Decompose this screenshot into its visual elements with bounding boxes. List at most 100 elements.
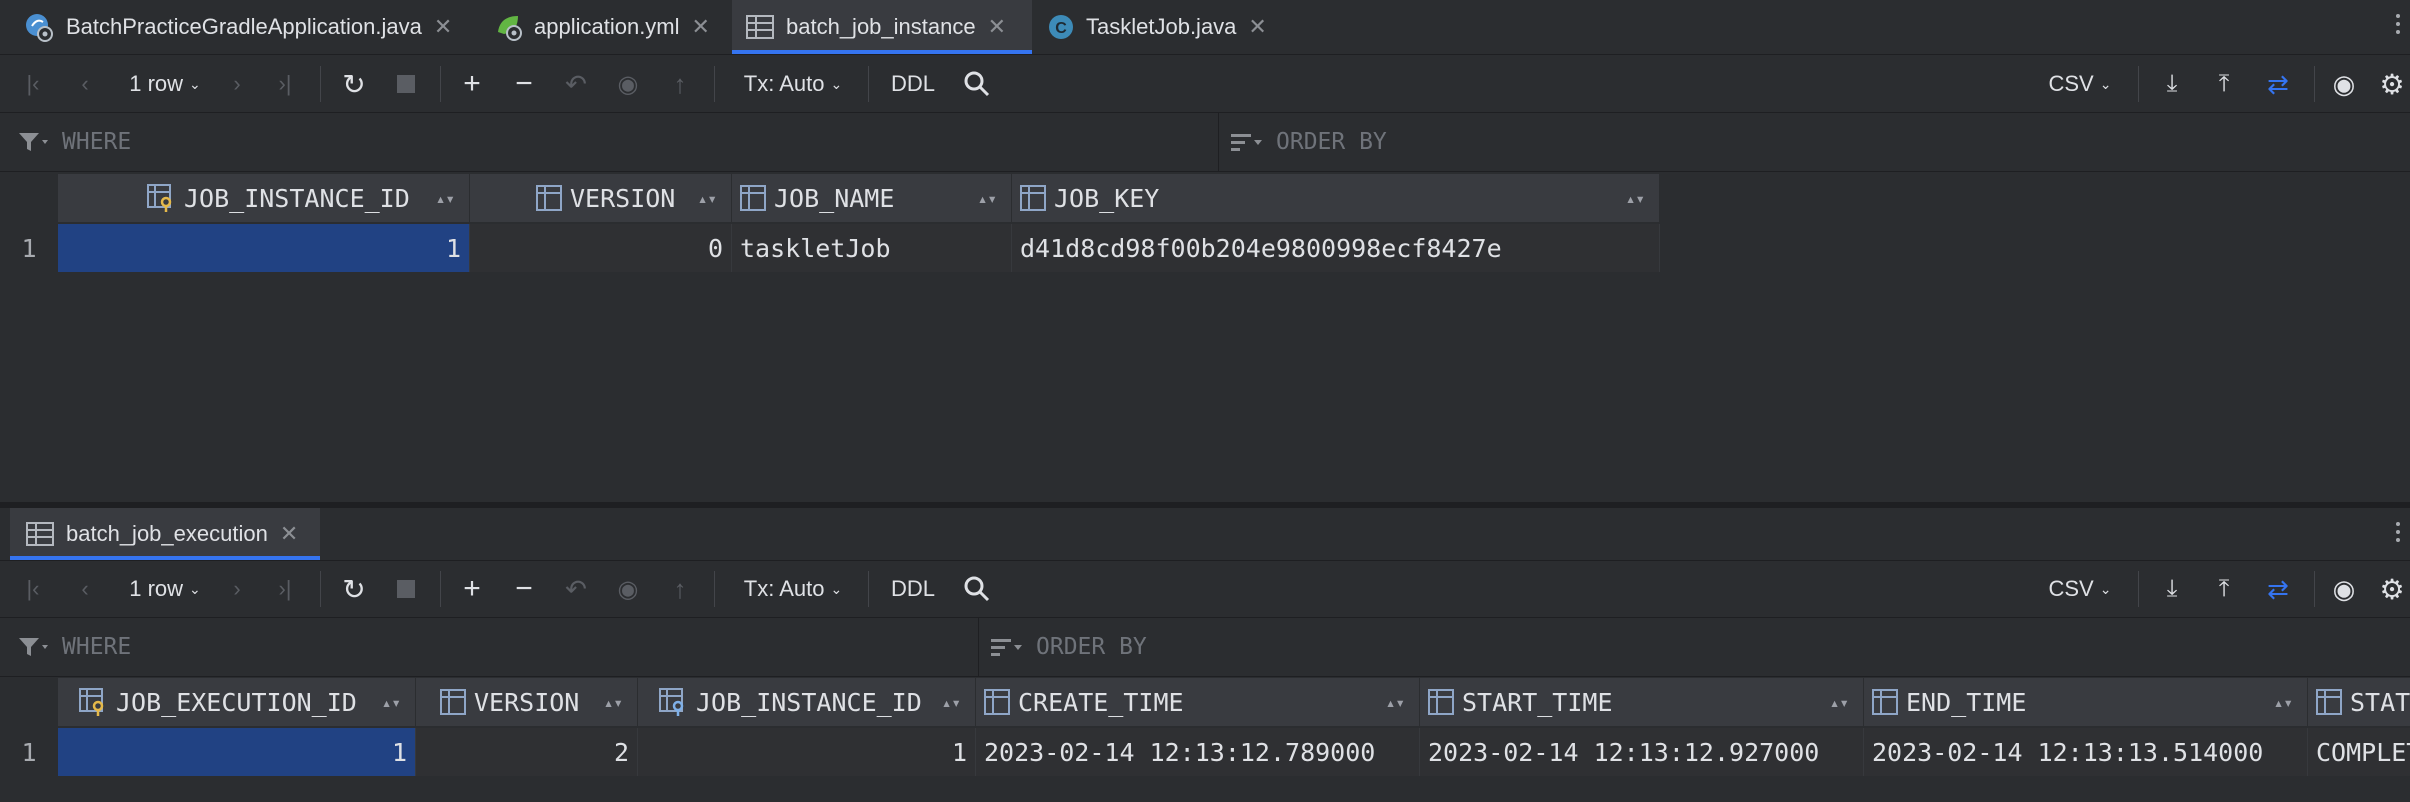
order-by-filter[interactable]: ORDER BY [990, 618, 2390, 676]
close-icon[interactable]: ✕ [280, 521, 298, 547]
search-icon[interactable] [960, 56, 994, 112]
last-page-icon[interactable]: ›| [270, 561, 300, 617]
column-icon [536, 185, 562, 211]
refresh-icon[interactable]: ↻ [336, 56, 372, 112]
column-icon [2316, 689, 2342, 715]
delete-row-icon[interactable]: − [508, 56, 540, 112]
refresh-icon[interactable]: ↻ [336, 561, 372, 617]
add-row-icon[interactable]: + [456, 56, 488, 112]
order-by-filter[interactable]: ORDER BY [1230, 113, 2390, 171]
sort-arrows-icon[interactable]: ▴▾ [698, 189, 717, 208]
stop-icon[interactable] [390, 56, 422, 112]
close-icon[interactable]: ✕ [988, 14, 1006, 40]
ddl-button[interactable]: DDL [888, 56, 938, 112]
toolbar-separator [868, 66, 869, 102]
sort-arrows-icon[interactable]: ▴▾ [978, 189, 997, 208]
more-options-icon[interactable] [2396, 522, 2402, 542]
table-cell[interactable]: 0 [470, 224, 732, 272]
column-header-status[interactable]: STATUS [2308, 678, 2410, 726]
submit-icon[interactable]: ↑ [664, 561, 696, 617]
table-cell[interactable]: 2 [416, 728, 638, 776]
next-page-icon[interactable]: › [222, 56, 252, 112]
tab-batch-job-instance[interactable]: batch_job_instance ✕ [732, 0, 1032, 54]
first-page-icon[interactable]: |‹ [18, 561, 48, 617]
revert-icon[interactable]: ↶ [560, 561, 592, 617]
delete-row-icon[interactable]: − [508, 561, 540, 617]
active-tab-indicator [732, 50, 1032, 54]
download-icon[interactable]: ⤓ [2156, 56, 2188, 112]
filter-divider [978, 618, 979, 676]
column-header-job-instance-id[interactable]: JOB_INSTANCE_ID ▴▾ [638, 678, 976, 726]
table-cell[interactable]: 1 [58, 224, 470, 272]
ddl-label: DDL [890, 576, 935, 601]
gear-icon[interactable]: ⚙ [2374, 561, 2410, 617]
where-filter[interactable]: WHERE [18, 113, 1218, 171]
sort-arrows-icon[interactable]: ▴▾ [1386, 693, 1405, 712]
sort-arrows-icon[interactable]: ▴▾ [2274, 693, 2293, 712]
tab-application-yml[interactable]: application.yml ✕ [476, 0, 746, 54]
stop-icon[interactable] [390, 561, 422, 617]
download-icon[interactable]: ⤓ [2156, 561, 2188, 617]
upload-icon[interactable]: ⤒ [2208, 561, 2240, 617]
close-icon[interactable]: ✕ [692, 14, 710, 40]
eye-icon[interactable]: ◉ [2326, 561, 2362, 617]
column-header-job-execution-id[interactable]: JOB_EXECUTION_ID ▴▾ [58, 678, 416, 726]
sort-arrows-icon[interactable]: ▴▾ [1626, 189, 1645, 208]
close-icon[interactable]: ✕ [1248, 14, 1266, 40]
column-header-version[interactable]: VERSION ▴▾ [470, 174, 732, 222]
sort-arrows-icon[interactable]: ▴▾ [604, 693, 623, 712]
sort-arrows-icon[interactable]: ▴▾ [382, 693, 401, 712]
sort-arrows-icon[interactable]: ▴▾ [1830, 693, 1849, 712]
tx-mode-dropdown[interactable]: Tx: Auto ⌄ [738, 561, 848, 617]
column-header-job-key[interactable]: JOB_KEY ▴▾ [1012, 174, 1660, 222]
column-header-create-time[interactable]: CREATE_TIME ▴▾ [976, 678, 1420, 726]
eye-icon[interactable]: ◉ [2326, 56, 2362, 112]
tab-batchpracticegradleapplication[interactable]: BatchPracticeGradleApplication.java ✕ [0, 0, 496, 54]
row-number[interactable]: 1 [0, 728, 58, 776]
tab-label: TaskletJob.java [1086, 14, 1237, 39]
column-header-start-time[interactable]: START_TIME ▴▾ [1420, 678, 1864, 726]
last-page-icon[interactable]: ›| [270, 56, 300, 112]
first-page-icon[interactable]: |‹ [18, 56, 48, 112]
where-filter[interactable]: WHERE [18, 618, 978, 676]
previous-page-icon[interactable]: ‹ [70, 561, 100, 617]
row-number[interactable]: 1 [0, 224, 58, 272]
view-icon[interactable]: ◉ [612, 561, 644, 617]
table-cell[interactable]: 2023-02-14 12:13:13.514000 [1864, 728, 2308, 776]
tx-mode-dropdown[interactable]: Tx: Auto ⌄ [738, 56, 848, 112]
close-icon[interactable]: ✕ [434, 14, 452, 40]
more-options-icon[interactable] [2396, 14, 2402, 34]
column-header-version[interactable]: VERSION ▴▾ [416, 678, 638, 726]
sort-arrows-icon[interactable]: ▴▾ [436, 189, 455, 208]
table-cell[interactable]: 1 [58, 728, 416, 776]
column-header-job-instance-id[interactable]: JOB_INSTANCE_ID ▴▾ [58, 174, 470, 222]
row-count-dropdown[interactable]: 1 row ⌄ [120, 561, 210, 617]
compare-icon[interactable]: ⇄ [2260, 56, 2296, 112]
ddl-button[interactable]: DDL [888, 561, 938, 617]
tab-taskletjob[interactable]: C TaskletJob.java ✕ [1036, 0, 1308, 54]
search-icon[interactable] [960, 561, 994, 617]
column-header-end-time[interactable]: END_TIME ▴▾ [1864, 678, 2308, 726]
table-cell[interactable]: d41d8cd98f00b204e9800998ecf8427e [1012, 224, 1660, 272]
add-row-icon[interactable]: + [456, 561, 488, 617]
next-page-icon[interactable]: › [222, 561, 252, 617]
tab-batch-job-execution[interactable]: batch_job_execution ✕ [10, 508, 320, 560]
sort-arrows-icon[interactable]: ▴▾ [942, 693, 961, 712]
export-format-dropdown[interactable]: CSV ⌄ [2040, 561, 2120, 617]
revert-icon[interactable]: ↶ [560, 56, 592, 112]
upload-icon[interactable]: ⤒ [2208, 56, 2240, 112]
previous-page-icon[interactable]: ‹ [70, 56, 100, 112]
row-count-dropdown[interactable]: 1 row ⌄ [120, 56, 210, 112]
table-cell[interactable]: taskletJob [732, 224, 1012, 272]
gear-icon[interactable]: ⚙ [2374, 56, 2410, 112]
submit-icon[interactable]: ↑ [664, 56, 696, 112]
table-cell[interactable]: 2023-02-14 12:13:12.789000 [976, 728, 1420, 776]
export-format-dropdown[interactable]: CSV ⌄ [2040, 56, 2120, 112]
table-cell[interactable]: 1 [638, 728, 976, 776]
compare-icon[interactable]: ⇄ [2260, 561, 2296, 617]
table-cell[interactable]: COMPLETED [2308, 728, 2410, 776]
table-cell[interactable]: 2023-02-14 12:13:12.927000 [1420, 728, 1864, 776]
filter-bar: WHERE ORDER BY [0, 113, 2410, 172]
view-icon[interactable]: ◉ [612, 56, 644, 112]
column-header-job-name[interactable]: JOB_NAME ▴▾ [732, 174, 1012, 222]
